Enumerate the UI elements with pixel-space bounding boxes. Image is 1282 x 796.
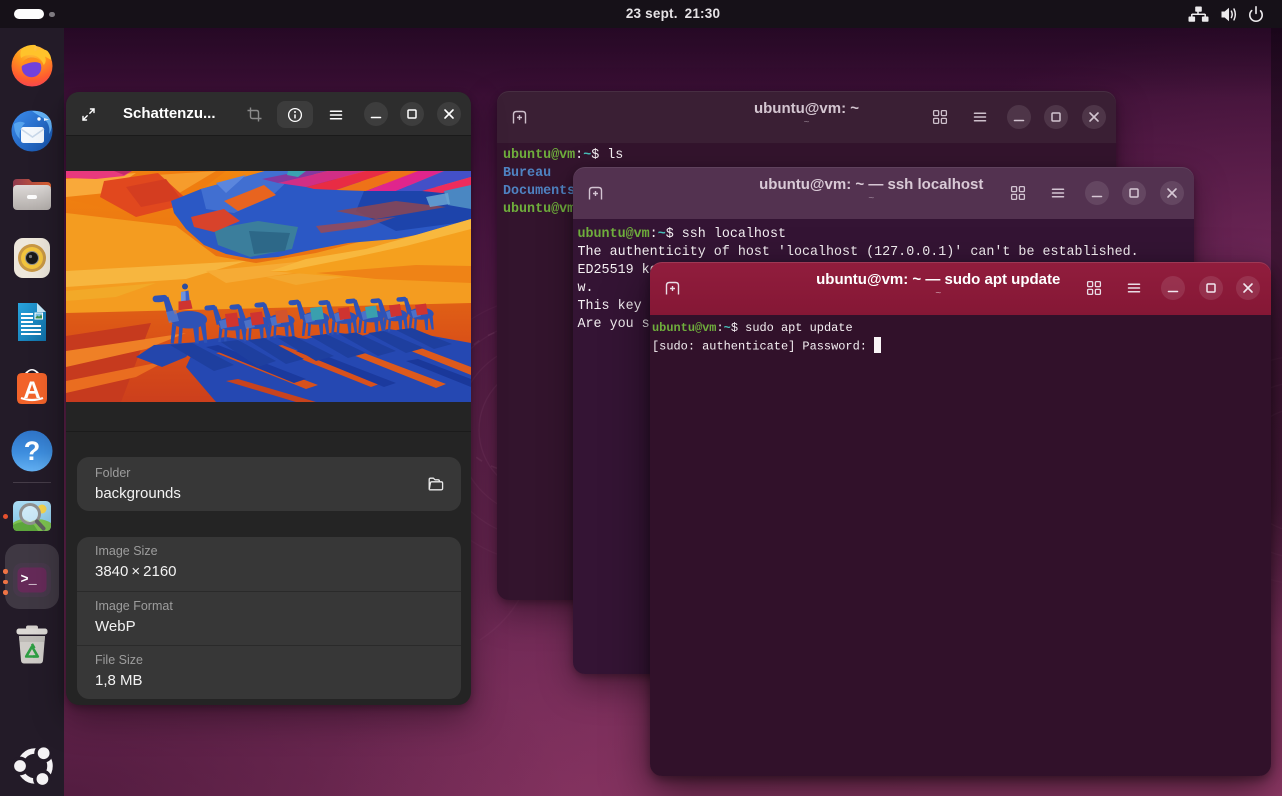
- svg-text:?: ?: [24, 436, 41, 466]
- svg-text:>_: >_: [21, 573, 38, 588]
